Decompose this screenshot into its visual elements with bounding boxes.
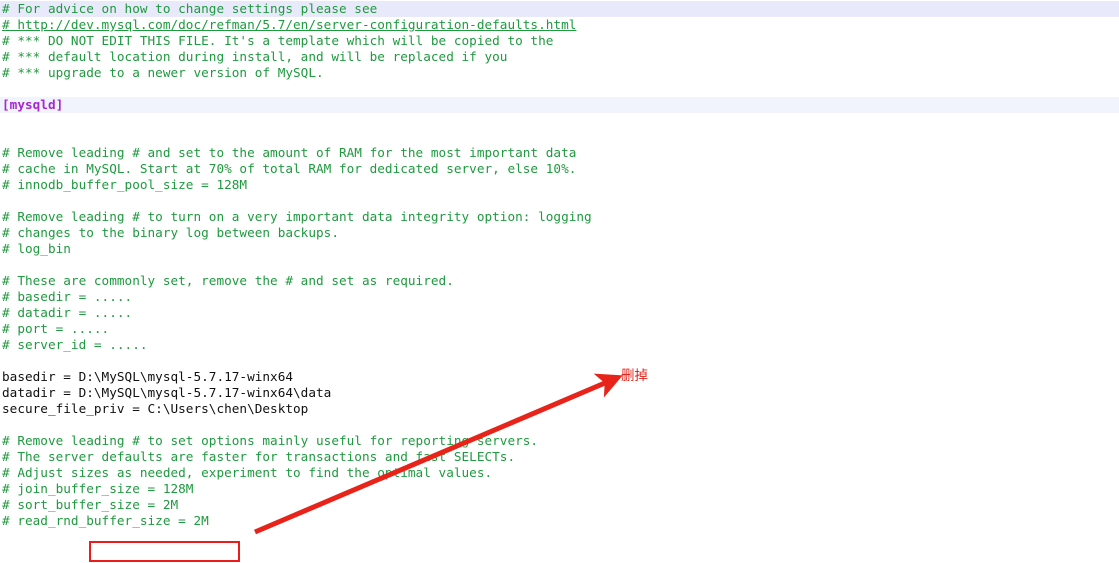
delete-annotation-label: 删掉 [621,368,648,384]
code-line[interactable]: basedir = D:\MySQL\mysql-5.7.17-winx64 [0,369,1119,385]
code-line[interactable] [0,129,1119,145]
code-line[interactable] [0,257,1119,273]
code-line[interactable] [0,81,1119,97]
code-line[interactable]: # Remove leading # to turn on a very imp… [0,209,1119,225]
code-line[interactable]: # innodb_buffer_pool_size = 128M [0,177,1119,193]
url-link[interactable]: # http://dev.mysql.com/doc/refman/5.7/en… [2,17,576,32]
code-line[interactable]: # datadir = ..... [0,305,1119,321]
code-line[interactable]: datadir = D:\MySQL\mysql-5.7.17-winx64\d… [0,385,1119,401]
code-line[interactable]: # join_buffer_size = 128M [0,481,1119,497]
code-line[interactable]: # *** default location during install, a… [0,49,1119,65]
code-line[interactable] [0,353,1119,369]
code-line[interactable] [0,113,1119,129]
code-line[interactable]: # *** DO NOT EDIT THIS FILE. It's a temp… [0,33,1119,49]
highlight-box-only-full-group-by [89,541,240,562]
config-file-editor[interactable]: # For advice on how to change settings p… [0,0,1119,563]
code-line[interactable]: # *** upgrade to a newer version of MySQ… [0,65,1119,81]
code-line[interactable] [0,193,1119,209]
code-line[interactable]: # log_bin [0,241,1119,257]
code-line[interactable]: # Adjust sizes as needed, experiment to … [0,465,1119,481]
code-line[interactable]: # http://dev.mysql.com/doc/refman/5.7/en… [0,17,1119,33]
code-line[interactable]: # The server defaults are faster for tra… [0,449,1119,465]
code-line[interactable]: # Remove leading # to set options mainly… [0,433,1119,449]
code-line[interactable]: # port = ..... [0,321,1119,337]
code-line[interactable]: # changes to the binary log between back… [0,225,1119,241]
code-line[interactable]: # These are commonly set, remove the # a… [0,273,1119,289]
code-line[interactable]: # basedir = ..... [0,289,1119,305]
code-line[interactable]: # read_rnd_buffer_size = 2M [0,513,1119,529]
code-line[interactable]: # cache in MySQL. Start at 70% of total … [0,161,1119,177]
code-line[interactable]: # For advice on how to change settings p… [0,1,1119,17]
code-line[interactable]: secure_file_priv = C:\Users\chen\Desktop [0,401,1119,417]
code-line[interactable]: # Remove leading # and set to the amount… [0,145,1119,161]
code-content[interactable]: # For advice on how to change settings p… [0,0,1119,563]
code-line[interactable]: # server_id = ..... [0,337,1119,353]
code-line[interactable] [0,417,1119,433]
code-line[interactable]: [mysqld] [0,97,1119,113]
code-line[interactable]: # sort_buffer_size = 2M [0,497,1119,513]
